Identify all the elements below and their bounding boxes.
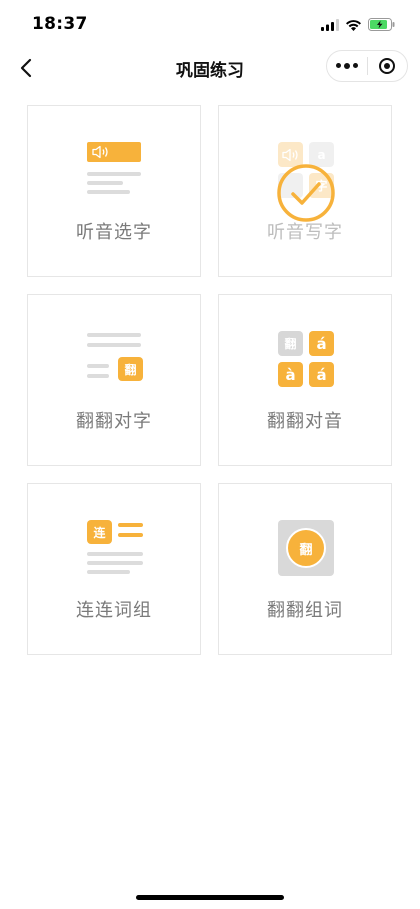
tile-char: 翻 xyxy=(278,331,303,356)
speaker-choice-icon xyxy=(85,140,145,194)
nav-bar: 巩固练习 xyxy=(0,48,420,88)
battery-charging-icon xyxy=(368,16,396,35)
tile-pinyin: á xyxy=(309,331,334,356)
miniprogram-capsule xyxy=(326,50,408,82)
exercise-card-flip-compose[interactable]: 翻 翻翻组词 xyxy=(218,483,392,655)
tile-char: 翻 xyxy=(299,542,313,558)
exercise-card-flip-match-char[interactable]: 翻 翻翻对字 xyxy=(27,294,201,466)
status-icons xyxy=(321,16,396,35)
flip-match-sound-icon: 翻 á à á xyxy=(276,329,336,387)
flip-compose-icon: 翻 xyxy=(276,518,336,576)
link-words-icon: 连 xyxy=(85,518,145,574)
exercise-card-listen-write[interactable]: a 字 听音写字 xyxy=(218,105,392,277)
signal-icon xyxy=(321,16,339,35)
status-time: 18:37 xyxy=(32,14,88,34)
exercise-card-link-words[interactable]: 连 连连词组 xyxy=(27,483,201,655)
card-label: 听音选字 xyxy=(76,222,152,243)
card-label: 翻翻对音 xyxy=(267,411,343,432)
tile-pinyin: à xyxy=(278,362,303,387)
exercise-card-listen-choose[interactable]: 听音选字 xyxy=(27,105,201,277)
card-label: 连连词组 xyxy=(76,600,152,621)
card-label: 听音写字 xyxy=(267,222,343,243)
tile-pinyin: á xyxy=(309,362,334,387)
more-button[interactable] xyxy=(327,51,367,81)
card-label: 翻翻组词 xyxy=(267,600,343,621)
target-circle-icon xyxy=(379,58,396,74)
more-dots-icon xyxy=(335,63,358,69)
home-indicator xyxy=(136,895,284,900)
exercise-card-flip-match-sound[interactable]: 翻 á à á 翻翻对音 xyxy=(218,294,392,466)
tile-char: 连 xyxy=(87,520,112,544)
flip-match-char-icon: 翻 xyxy=(85,329,145,381)
tile-char: 翻 xyxy=(118,357,143,381)
wifi-icon xyxy=(345,16,362,35)
close-miniprogram-button[interactable] xyxy=(368,51,408,81)
status-bar: 18:37 xyxy=(0,0,420,48)
card-label: 翻翻对字 xyxy=(76,411,152,432)
